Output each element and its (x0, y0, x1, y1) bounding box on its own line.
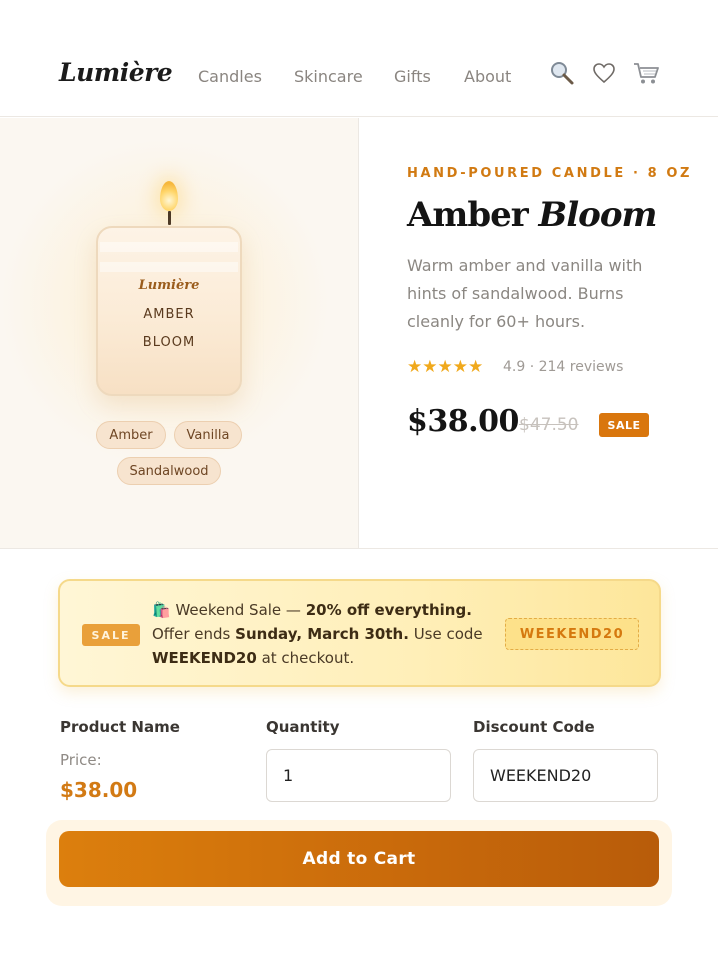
promo-code-suffix: at checkout. (256, 649, 355, 667)
candle-illustration: Lumière AMBER BLOOM (96, 226, 242, 396)
product-name-label: Product Name (60, 718, 180, 736)
add-to-cart-button[interactable]: Add to Cart (59, 831, 659, 887)
sale-badge: SALE (599, 413, 649, 437)
current-price: $38.00 (407, 404, 519, 439)
product-title: Amber Bloom (407, 195, 658, 235)
candle-wick (168, 211, 171, 225)
discount-code-label: Discount Code (473, 718, 595, 736)
nav-about[interactable]: About (464, 67, 511, 86)
promo-code-inline: WEEKEND20 (152, 649, 257, 667)
nav-skincare[interactable]: Skincare (294, 67, 363, 86)
scent-note-chip: Vanilla (174, 421, 242, 449)
nav-candles[interactable]: Candles (198, 67, 262, 86)
product-category: HAND-POURED CANDLE · 8 OZ (407, 166, 693, 181)
cart-icon[interactable] (632, 58, 660, 88)
site-header: Lumière Candles Skincare Gifts About (0, 0, 718, 117)
search-icon[interactable] (548, 58, 576, 88)
rating-summary[interactable]: 4.9 · 214 reviews (503, 359, 623, 375)
candle-label-line2: BLOOM (142, 335, 196, 350)
star-rating-icon: ★★★★★ (407, 357, 484, 377)
promo-end-date: Sunday, March 30th. (235, 625, 409, 643)
candle-label-line1: AMBER (143, 307, 195, 322)
promo-intro: Weekend Sale — (175, 601, 306, 619)
product-title-main: Amber (407, 195, 529, 235)
promo-sale-badge: SALE (82, 624, 140, 646)
candle-stripe (100, 262, 238, 272)
promo-banner: SALE 🛍️ Weekend Sale — 20% off everythin… (58, 579, 661, 687)
quantity-label: Quantity (266, 718, 340, 736)
shopping-bag-icon: 🛍️ (152, 601, 171, 619)
scent-note-chip: Sandalwood (117, 457, 221, 485)
candle-stripe (100, 242, 238, 252)
scent-note-chip: Amber (96, 421, 166, 449)
candle-label-brand: Lumière (138, 278, 200, 293)
promo-message: 🛍️ Weekend Sale — 20% off everything. Of… (152, 598, 507, 670)
nav-gifts[interactable]: Gifts (394, 67, 431, 86)
discount-code-input[interactable] (473, 749, 658, 802)
original-price: $47.50 (519, 415, 579, 435)
brand-logo[interactable]: Lumière (59, 58, 173, 87)
heart-icon[interactable] (590, 58, 618, 88)
product-title-italic: Bloom (538, 195, 658, 235)
product-description: Warm amber and vanilla with hints of san… (407, 256, 643, 331)
quantity-input[interactable] (266, 749, 451, 802)
form-price-label: Price: (60, 751, 102, 769)
section-divider (0, 548, 718, 549)
promo-ends-prefix: Offer ends (152, 625, 236, 643)
candle-flame (160, 181, 178, 211)
promo-code-chip[interactable]: WEEKEND20 (505, 618, 639, 650)
promo-code-prefix: Use code (408, 625, 483, 643)
form-price-value: $38.00 (60, 778, 138, 802)
promo-discount: 20% off everything. (305, 601, 472, 619)
